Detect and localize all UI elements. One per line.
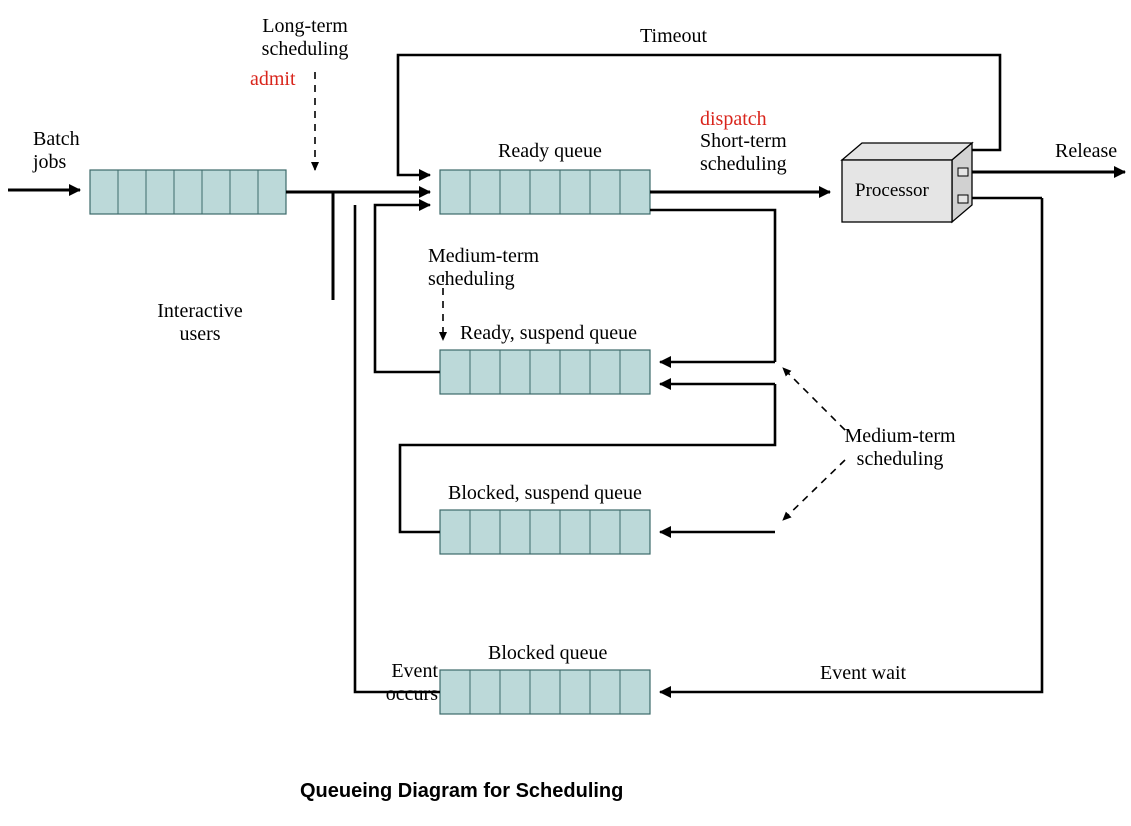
label-medium-term-top: Medium-termscheduling [428,245,539,291]
blocked-suspend-queue [440,510,650,554]
label-interactive: Interactiveusers [140,300,260,346]
label-short-term: Short-termscheduling [700,130,787,176]
label-blocked-queue: Blocked queue [488,642,607,665]
label-medium-term-right: Medium-termscheduling [820,425,980,471]
label-timeout: Timeout [640,25,707,48]
diagram-svg [0,0,1131,826]
label-ready-suspend: Ready, suspend queue [460,322,637,345]
label-admit: admit [250,68,296,91]
blocked-queue [440,670,650,714]
label-batch-jobs: Batchjobs [33,128,80,174]
label-long-term: Long-termscheduling [235,15,375,61]
batch-queue [90,170,286,214]
ready-queue [440,170,650,214]
scheduling-queue-diagram: { "caption": "Queueing Diagram for Sched… [0,0,1131,826]
label-ready-queue: Ready queue [498,140,602,163]
label-dispatch: dispatch [700,108,767,131]
ready-suspend-queue [440,350,650,394]
label-event-occurs: Eventoccurs [358,660,438,706]
label-release: Release [1055,140,1117,163]
label-processor: Processor [855,180,929,202]
label-blocked-suspend: Blocked, suspend queue [448,482,642,505]
label-event-wait: Event wait [820,662,906,685]
diagram-caption: Queueing Diagram for Scheduling [300,780,623,803]
